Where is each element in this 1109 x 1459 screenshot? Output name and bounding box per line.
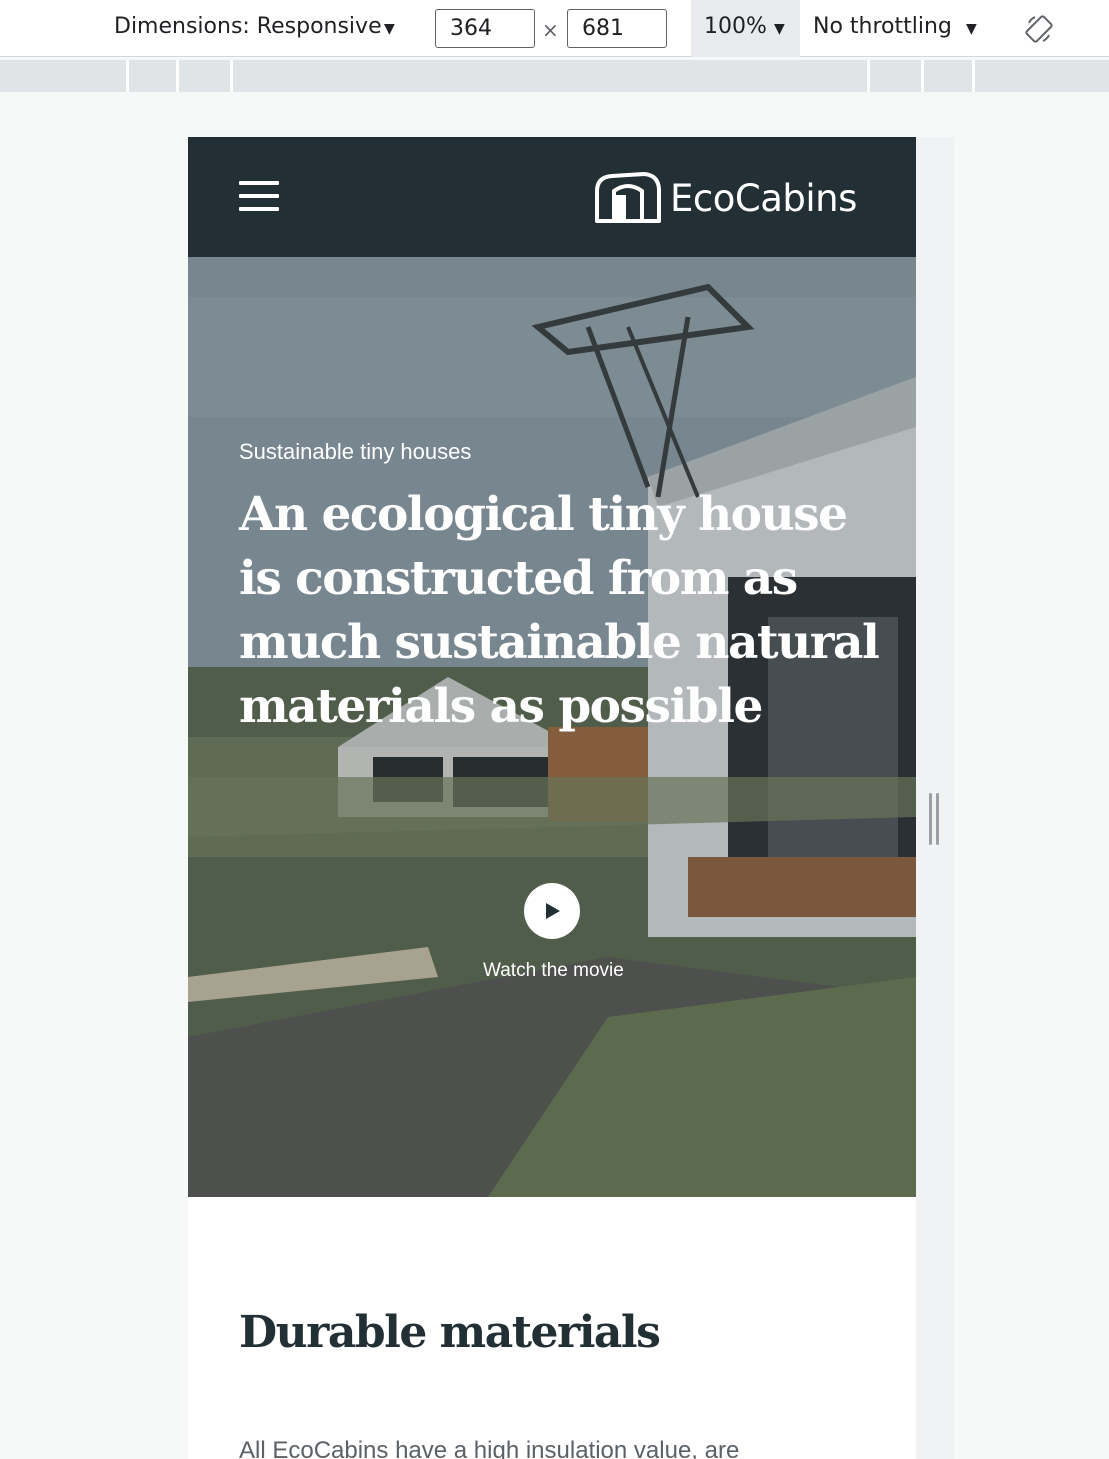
- section-body-text: All EcoCabins have a high insulation val…: [239, 1437, 740, 1459]
- play-video-button[interactable]: [524, 883, 580, 939]
- hamburger-menu-icon[interactable]: [239, 181, 279, 213]
- media-query-divider: [867, 60, 870, 92]
- dropdown-caret-icon[interactable]: ▼: [384, 21, 395, 37]
- section-title: Durable materials: [239, 1307, 661, 1358]
- brand-name: EcoCabins: [670, 177, 857, 220]
- site-header: EcoCabins: [188, 137, 916, 257]
- zoom-label[interactable]: 100%: [704, 14, 767, 39]
- dimensions-dropdown[interactable]: Dimensions: Responsive: [114, 14, 382, 39]
- throttling-dropdown[interactable]: No throttling: [813, 14, 952, 39]
- hero-title: An ecological tiny house is constructed …: [239, 487, 880, 734]
- media-query-divider: [972, 60, 975, 92]
- media-query-divider: [230, 60, 233, 92]
- hero-subtitle: Sustainable tiny houses: [239, 439, 472, 464]
- emulated-viewport: EcoCabins Sustainable tiny houses An eco…: [188, 137, 916, 1459]
- hero-section: Sustainable tiny houses An ecological ti…: [188, 257, 916, 1197]
- watch-movie-link[interactable]: Watch the movie: [483, 960, 624, 982]
- rotate-icon[interactable]: [1023, 13, 1055, 45]
- media-query-divider: [921, 60, 924, 92]
- dropdown-caret-icon[interactable]: ▼: [966, 21, 977, 37]
- height-input[interactable]: [567, 9, 667, 48]
- dropdown-caret-icon[interactable]: ▼: [774, 21, 785, 37]
- media-query-divider: [126, 60, 129, 92]
- width-input[interactable]: [435, 9, 535, 48]
- play-icon: [546, 903, 560, 919]
- devtools-device-toolbar: Dimensions: Responsive ▼ × 100% ▼ No thr…: [0, 0, 1109, 57]
- resize-handle-icon[interactable]: [929, 793, 941, 845]
- dimension-separator: ×: [542, 18, 559, 42]
- media-query-divider: [176, 60, 179, 92]
- media-query-bar[interactable]: [0, 60, 1109, 92]
- cabin-logo-icon: [595, 172, 661, 223]
